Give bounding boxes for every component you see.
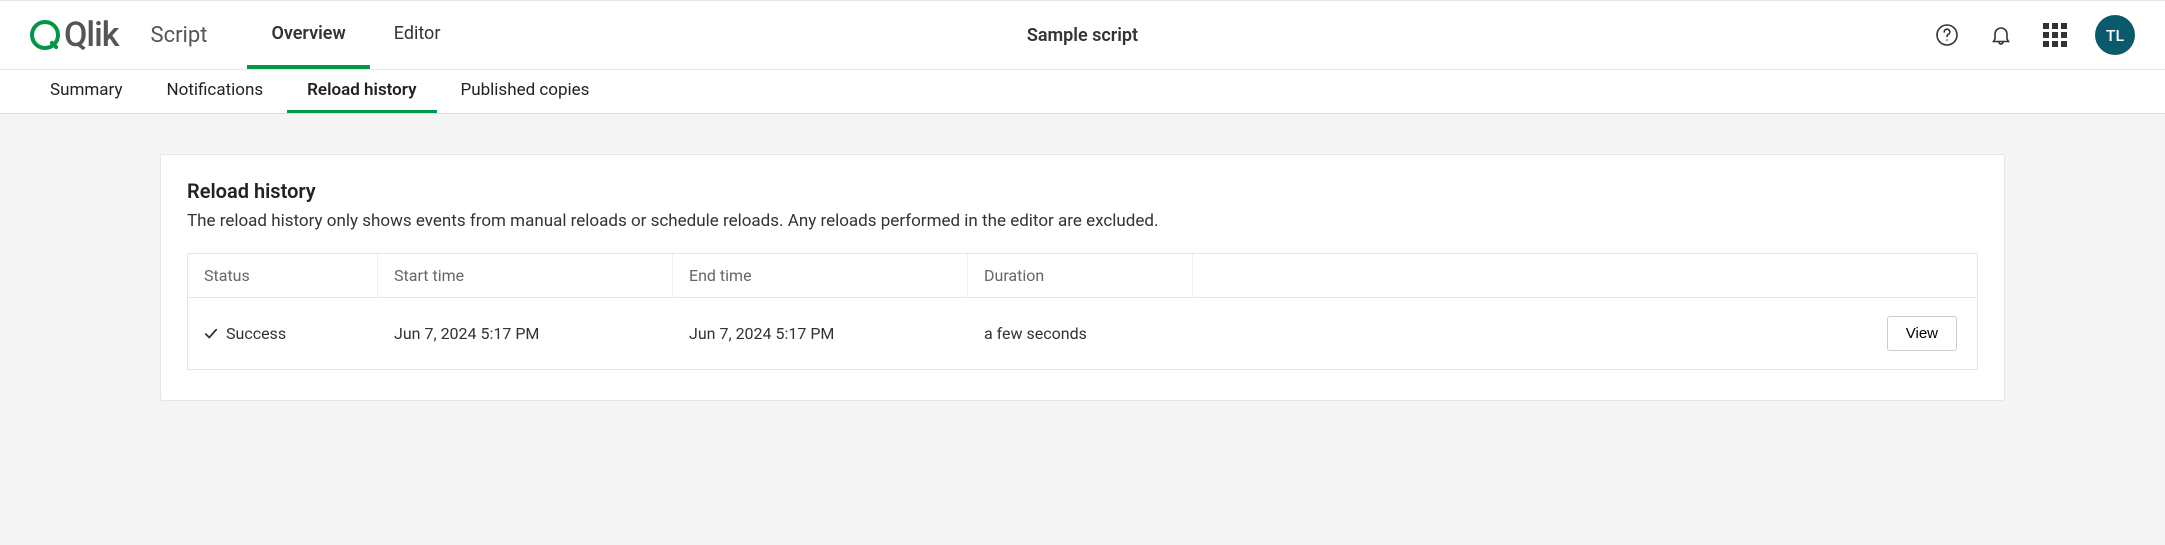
cell-start-time: Jun 7, 2024 5:17 PM (378, 306, 673, 361)
subtab-summary-label: Summary (50, 80, 122, 100)
reload-history-panel: Reload history The reload history only s… (160, 154, 2005, 401)
tab-editor-label: Editor (394, 23, 441, 44)
check-icon (204, 327, 218, 341)
brand-name: Qlik (64, 15, 119, 55)
subtab-notifications-label: Notifications (166, 80, 263, 100)
cell-end-time: Jun 7, 2024 5:17 PM (673, 306, 968, 361)
table-header: Status Start time End time Duration (188, 254, 1977, 297)
app-launcher-button[interactable] (2041, 21, 2069, 49)
app-type-label: Script (151, 23, 208, 48)
col-start-header: Start time (378, 254, 673, 297)
help-button[interactable] (1933, 21, 1961, 49)
top-bar: Qlik Script Overview Editor Sample scrip… (0, 0, 2165, 70)
top-bar-actions: TL (1933, 15, 2135, 55)
col-end-header: End time (673, 254, 968, 297)
col-status-header: Status (188, 254, 378, 297)
cell-duration: a few seconds (968, 306, 1193, 361)
apps-grid-icon (2043, 23, 2067, 47)
avatar-initials: TL (2106, 26, 2124, 45)
tab-overview-label: Overview (271, 23, 345, 44)
reload-history-table: Status Start time End time Duration Succ… (187, 253, 1978, 370)
sub-tabs: Summary Notifications Reload history Pub… (0, 70, 2165, 114)
logo-mark-icon (30, 20, 60, 50)
col-duration-header: Duration (968, 254, 1193, 297)
notifications-button[interactable] (1987, 21, 2015, 49)
subtab-published-copies[interactable]: Published copies (441, 70, 610, 113)
subtab-summary[interactable]: Summary (30, 70, 142, 113)
cell-action: View (1193, 298, 1977, 369)
subtab-reload-history[interactable]: Reload history (287, 70, 436, 113)
subtab-notifications[interactable]: Notifications (146, 70, 283, 113)
content-area: Reload history The reload history only s… (0, 114, 2165, 441)
document-title: Sample script (1027, 25, 1138, 46)
tab-editor[interactable]: Editor (370, 1, 465, 69)
subtab-reload-history-label: Reload history (307, 80, 416, 100)
col-action-header (1193, 254, 1977, 297)
table-row: Success Jun 7, 2024 5:17 PM Jun 7, 2024 … (188, 297, 1977, 369)
bell-icon (1989, 23, 2013, 47)
subtab-published-copies-label: Published copies (461, 80, 590, 100)
brand-logo[interactable]: Qlik (30, 15, 119, 55)
status-text: Success (226, 324, 286, 343)
cell-status: Success (188, 306, 378, 361)
help-icon (1935, 23, 1959, 47)
primary-tabs: Overview Editor (247, 1, 464, 69)
tab-overview[interactable]: Overview (247, 1, 369, 69)
view-button[interactable]: View (1887, 316, 1957, 351)
panel-title: Reload history (187, 179, 1978, 203)
panel-description: The reload history only shows events fro… (187, 211, 1978, 231)
user-avatar[interactable]: TL (2095, 15, 2135, 55)
